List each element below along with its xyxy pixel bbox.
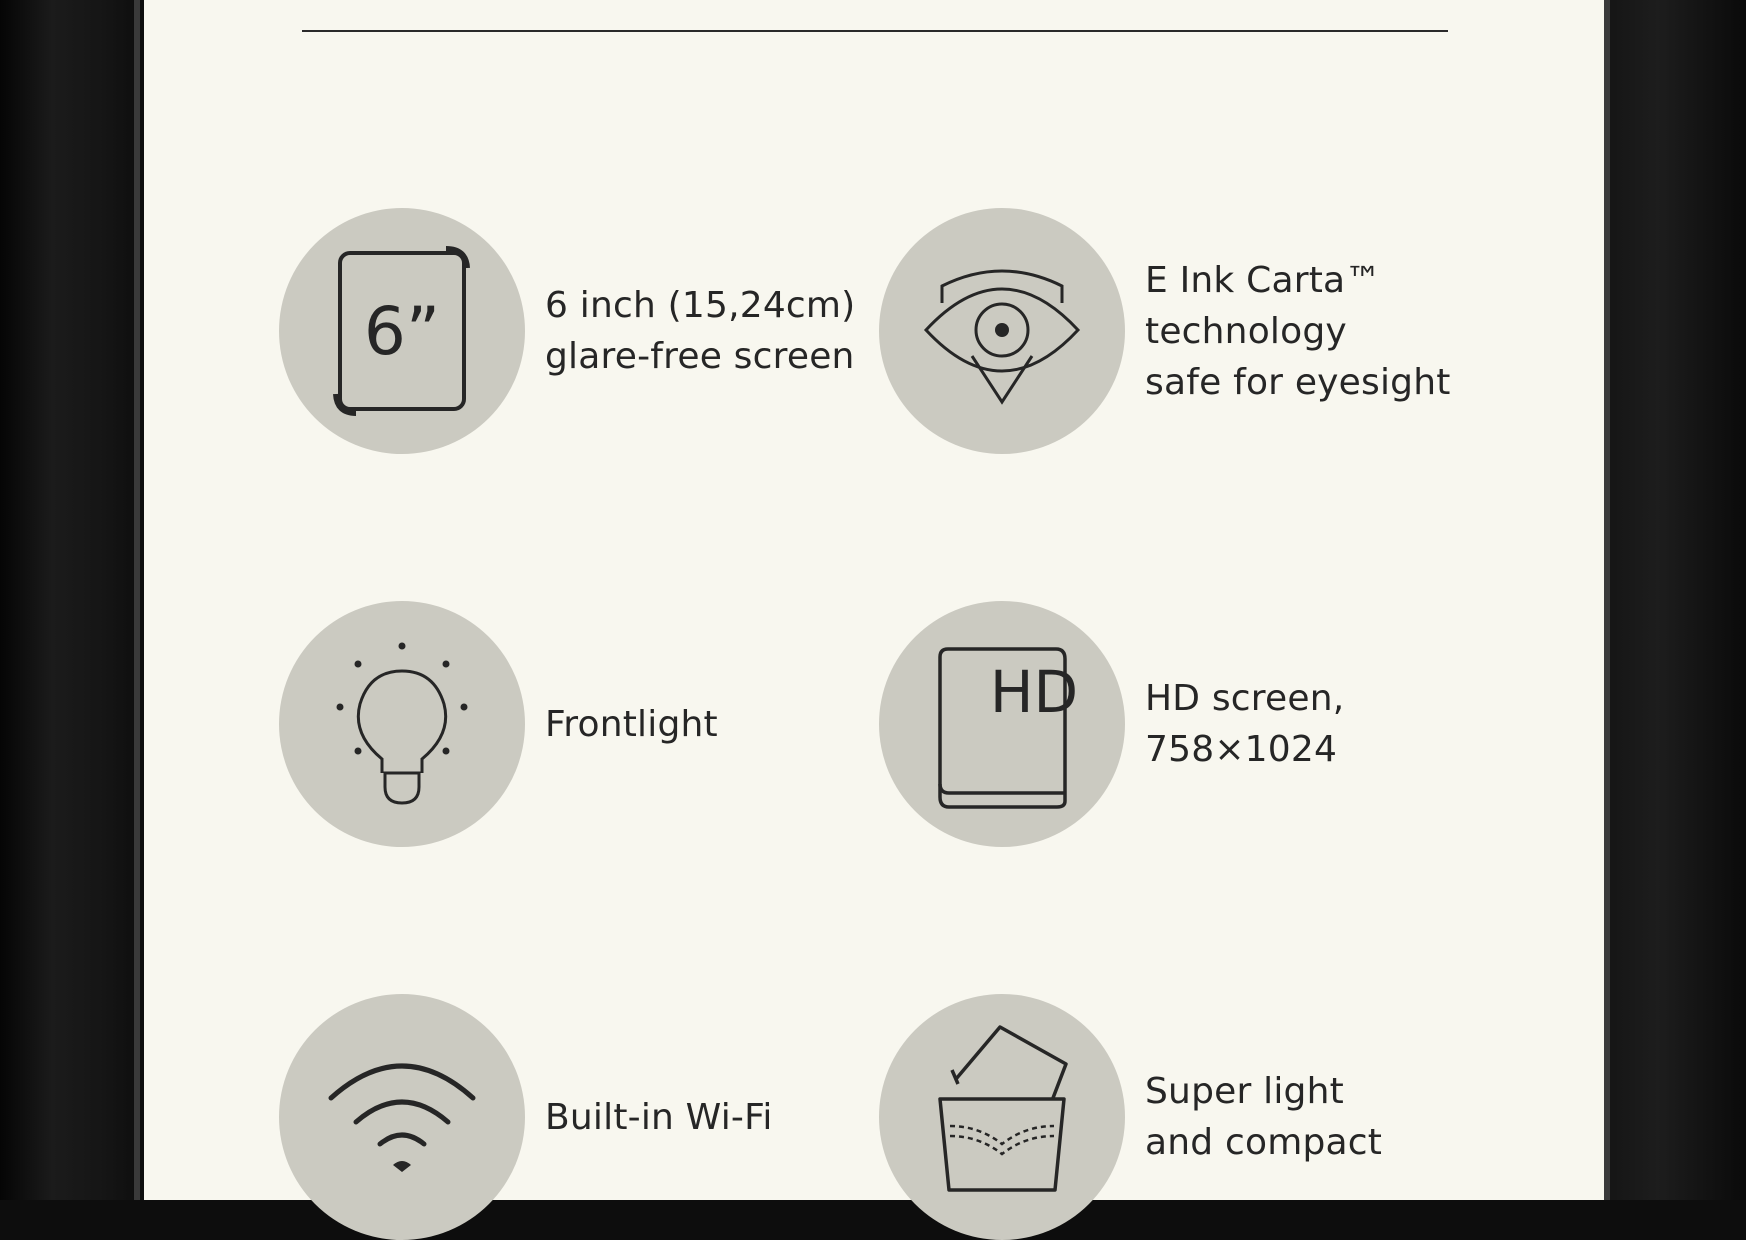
right-bezel — [1600, 0, 1746, 1200]
feature-label-wifi: Built-in Wi-Fi — [545, 1096, 773, 1138]
feature-screen-size: 6” 6 inch (15,24cm) glare-free screen — [279, 208, 855, 454]
top-divider — [302, 30, 1448, 32]
feature-wifi: Built-in Wi-Fi — [279, 994, 773, 1240]
ereader-screen: 6” 6 inch (15,24cm) glare-free screen E … — [144, 0, 1604, 1240]
lightbulb-icon — [279, 601, 525, 847]
feature-label-screen-size: 6 inch (15,24cm) glare-free screen — [545, 285, 856, 377]
wifi-icon — [279, 994, 525, 1240]
feature-label-hd: HD screen, 758×1024 — [1145, 678, 1345, 770]
hd-text: HD — [990, 658, 1078, 726]
right-bezel-edge — [1604, 0, 1610, 1200]
feature-label-eink: E Ink Carta™ technology safe for eyesigh… — [1145, 259, 1451, 403]
tablet-size-text: 6” — [364, 293, 440, 370]
eye-shield-icon — [879, 208, 1125, 454]
feature-light-compact: Super light and compact — [879, 994, 1382, 1240]
feature-eink: E Ink Carta™ technology safe for eyesigh… — [879, 208, 1451, 454]
feature-label-light-compact: Super light and compact — [1145, 1071, 1383, 1163]
feature-frontlight: Frontlight — [279, 601, 718, 847]
tablet-6-inch-icon: 6” — [279, 208, 525, 454]
feature-label-frontlight: Frontlight — [545, 703, 718, 745]
hd-book-icon: HD — [879, 601, 1125, 847]
pocket-device-icon — [879, 994, 1125, 1240]
feature-hd: HD HD screen, 758×1024 — [879, 601, 1344, 847]
left-bezel-edge — [134, 0, 140, 1200]
ereader-device: 6” 6 inch (15,24cm) glare-free screen E … — [0, 0, 1746, 1240]
